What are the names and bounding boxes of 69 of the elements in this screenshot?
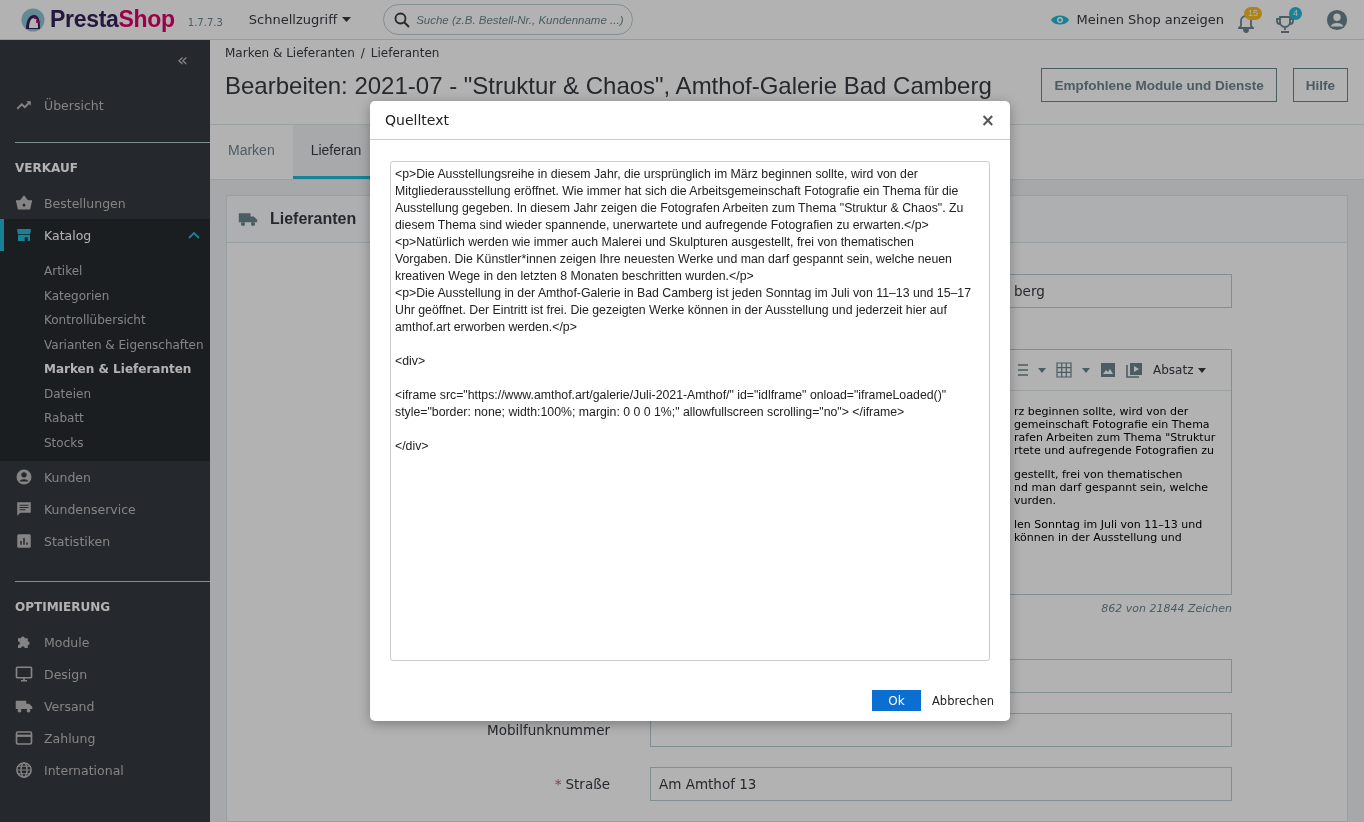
chat-icon: [15, 500, 33, 518]
search-icon: [394, 11, 411, 28]
sidebar-item[interactable]: Zahlung: [0, 722, 210, 754]
editor-text: rz beginnen sollte, wird von der gemeinschaft Fotografie ein Thema rafen Arbeiten zum Thema "Struktur rtete und aufregende Fotografien zu: [1014, 405, 1217, 457]
section-heading: OPTIMIERUNG: [14, 600, 112, 616]
dialog-title: Quelltext: [385, 112, 449, 128]
chart-icon: [15, 532, 33, 550]
breadcrumb-link[interactable]: Marken & Lieferanten: [225, 46, 355, 60]
field-label: Mobilfunknummer: [487, 722, 610, 738]
paragraph-dropdown[interactable]: Absatz: [1153, 363, 1207, 377]
source-code-field[interactable]: <p>Die Ausstellungsreihe in diesem Jahr, die ursprünglich im März beginnen sollte, wird von der Mitgliederausstellung eröffnet. Wie immer hat sich die Arbeitsgemeinschaft Fotografie ein Thema für die Ausstellung gegeben. In diesem Jahr zeigen die Fotografen Arbeiten zum Thema "Struktur & Chaos". Zu diesem Thema sind wieder spannende, unerwartete und aufregende Fotografien zu erwarten.</p> <p>Natürlich werden wie immer auch Malerei und Skulpturen ausgestellt, frei von thematischen Vorgaben. Die Künstler*innen zeigen Ihre neuesten Werke und man darf gespannt sein, welche neuen kreativen Wege in den letzten 8 Monaten beschritten wurden.</p> <p>Die Ausstellung in der Amthof-Galerie in Bad Camberg ist jeden Sonntag im Juli von 11–13 und 15–17 Uhr geöffnet. Der Eintritt ist frei. Die gezeigten Werke können in der Ausstellung und jederzeit hier auf amthof.art erworben werden.</p> <div> <iframe src="https://www.amthof.art/galerie/Juli-2021-Amthof/" id="idlframe" onload="iframeLoaded()" style="border: none; width:100%; margin: 0 0 0 1%;" allowfullscreen scrolling="no"> </iframe> </div>: [390, 161, 990, 661]
caret-icon: [1198, 367, 1207, 373]
help-button[interactable]: Hilfe: [1292, 68, 1348, 102]
submenu-item[interactable]: Varianten & Eigenschaften: [0, 332, 210, 357]
submenu-item[interactable]: Stocks: [0, 430, 210, 455]
video-icon[interactable]: [1126, 362, 1143, 378]
submenu-item[interactable]: Dateien: [0, 381, 210, 406]
card-title: Lieferanten: [270, 210, 357, 228]
submenu-item[interactable]: Rabatt: [0, 406, 210, 431]
monitor-icon: [15, 665, 33, 683]
section-heading: VERKAUF: [14, 161, 79, 177]
version-label: 1.7.7.3: [187, 17, 223, 28]
table-icon[interactable]: [1056, 362, 1072, 378]
store-icon: [15, 226, 33, 244]
ok-button[interactable]: Ok: [872, 690, 921, 711]
sidebar-item[interactable]: Katalog: [0, 219, 210, 251]
caret-icon[interactable]: [1082, 367, 1090, 373]
input-field[interactable]: Am Amthof 13: [650, 767, 1232, 801]
puffin-logo-icon: [21, 7, 45, 32]
tab[interactable]: Marken: [210, 124, 293, 179]
sidebar-item[interactable]: Kundenservice: [0, 493, 210, 525]
sidebar-item[interactable]: Bestellungen: [0, 187, 210, 219]
brand-logo: PrestaShop: [50, 6, 175, 33]
breadcrumb-separator: /: [360, 46, 365, 60]
sidebar-item[interactable]: Versand: [0, 690, 210, 722]
sidebar-item[interactable]: Design: [0, 658, 210, 690]
user-icon: [15, 468, 33, 486]
image-icon[interactable]: [1100, 362, 1116, 378]
sidebar-item[interactable]: Übersicht: [0, 89, 210, 121]
caret-icon[interactable]: [1038, 367, 1046, 373]
sidebar-item[interactable]: International: [0, 754, 210, 786]
count-badge: 4: [1289, 6, 1302, 20]
submenu-item[interactable]: Artikel: [0, 259, 210, 284]
eye-icon: [1050, 13, 1069, 26]
character-counter: 862 von 21844 Zeichen: [1100, 602, 1232, 615]
quick-access-dropdown[interactable]: Schnellzugriff: [248, 12, 352, 27]
collapse-button[interactable]: «: [0, 40, 210, 70]
submenu-item[interactable]: Marken & Lieferanten: [0, 357, 210, 382]
recommended-modules-button[interactable]: Empfohlene Module und Dienste: [1041, 68, 1277, 102]
sidebar-item[interactable]: Statistiken: [0, 525, 210, 557]
view-shop-link[interactable]: Meinen Shop anzeigen: [1050, 12, 1224, 27]
submenu-item[interactable]: Kontrollübersicht: [0, 308, 210, 333]
basket-icon: [15, 194, 33, 212]
close-button[interactable]: ×: [980, 110, 995, 130]
caret-icon: [342, 17, 352, 22]
breadcrumb-link[interactable]: Lieferanten: [370, 46, 440, 60]
cancel-button[interactable]: Abbrechen: [932, 693, 994, 708]
editor-text: gestellt, frei von thematischen nd man darf gespannt sein, welche vurden.: [1014, 468, 1210, 507]
chevron-up-icon: [188, 231, 200, 239]
field-label: * Straße: [554, 776, 610, 792]
credit-card-icon: [15, 729, 33, 747]
editor-text: len Sonntag im Juli von 11–13 und können in der Ausstellung und: [1014, 518, 1204, 544]
account-icon[interactable]: [1326, 8, 1348, 31]
page-title: Bearbeiten: 2021-07 - "Struktur & Chaos", Amthof-Galerie Bad Camberg: [225, 72, 992, 100]
submenu-item[interactable]: Kategorien: [0, 283, 210, 308]
sidebar-item[interactable]: Kunden: [0, 461, 210, 493]
count-badge: 15: [1244, 6, 1262, 20]
globe-icon: [15, 761, 33, 779]
sidebar-item[interactable]: Module: [0, 626, 210, 658]
